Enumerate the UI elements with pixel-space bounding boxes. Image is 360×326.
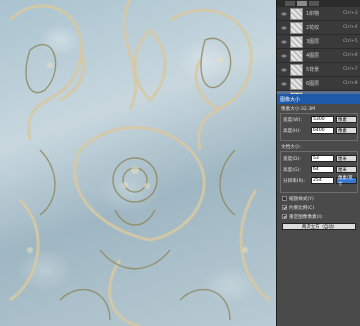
layer-row[interactable]: 6图层 Ctrl+8 xyxy=(277,77,360,91)
layer-name: 1织物 xyxy=(306,11,320,17)
layer-thumbnail xyxy=(290,35,303,48)
eye-icon[interactable] xyxy=(280,66,287,73)
pixel-size-label: 像素大小:32.3M xyxy=(281,107,316,112)
doc-height-input[interactable]: 64 xyxy=(311,166,334,173)
layer-shortcut: Ctrl+5 xyxy=(343,39,358,44)
resample-method-select[interactable]: 两次立方（自动） xyxy=(282,223,356,230)
height-label: 高度(H): xyxy=(283,129,301,134)
layer-thumbnail xyxy=(290,21,303,34)
constrain-label: 约束比例(C) xyxy=(289,206,315,211)
panel-tabs xyxy=(277,0,360,7)
layer-row[interactable]: 2花纹 Ctrl+4 xyxy=(277,21,360,35)
damask-pattern xyxy=(8,0,271,326)
width-unit-select[interactable]: 像素 xyxy=(336,116,357,123)
panel-tab[interactable] xyxy=(309,1,319,6)
layers-panel: 1织物 Ctrl+3 2花纹 Ctrl+4 3图层 Ctrl+5 4图层 Ctrl+6 5背景 C… xyxy=(276,0,360,105)
doc-height-label: 高度(G): xyxy=(283,168,301,173)
height-input[interactable]: 6400 xyxy=(311,127,334,134)
eye-icon[interactable] xyxy=(280,24,287,31)
width-input[interactable]: 5300 xyxy=(311,116,334,123)
doc-width-label: 宽度(D): xyxy=(283,157,301,162)
resample-label: 重定图像像素(I): xyxy=(289,215,324,220)
layer-thumbnail xyxy=(290,7,303,20)
layer-list: 1织物 Ctrl+3 2花纹 Ctrl+4 3图层 Ctrl+5 4图层 Ctrl+6 5背景 C… xyxy=(277,7,360,105)
layer-thumbnail xyxy=(290,49,303,62)
eye-icon[interactable] xyxy=(280,80,287,87)
resolution-label: 分辨率(R): xyxy=(283,179,306,184)
resample-checkbox[interactable] xyxy=(282,214,287,219)
layer-shortcut: Ctrl+8 xyxy=(343,81,358,86)
layer-row[interactable]: 5背景 Ctrl+7 xyxy=(277,63,360,77)
width-label: 宽度(W): xyxy=(283,118,302,123)
resolution-unit-select[interactable]: 像素/英寸 xyxy=(336,176,357,187)
layer-shortcut: Ctrl+4 xyxy=(343,25,358,30)
eye-icon[interactable] xyxy=(280,10,287,17)
doc-width-unit-select[interactable]: 厘米 xyxy=(336,155,357,162)
height-unit-select[interactable]: 像素 xyxy=(336,127,357,134)
layer-row[interactable]: 1织物 Ctrl+3 xyxy=(277,7,360,21)
layer-shortcut: Ctrl+7 xyxy=(343,67,358,72)
layer-thumbnail xyxy=(290,63,303,76)
image-size-dialog: 图像大小 像素大小:32.3M 宽度(W): 5300 像素 高度(H): 64… xyxy=(276,94,360,326)
scale-styles-label: 缩放样式(Y) xyxy=(289,197,314,202)
layer-name: 6图层 xyxy=(306,81,320,87)
eye-icon[interactable] xyxy=(280,38,287,45)
resolution-input[interactable]: 254 xyxy=(311,177,334,184)
layer-name: 3图层 xyxy=(306,39,320,45)
layer-shortcut: Ctrl+3 xyxy=(343,11,358,16)
panel-tab[interactable] xyxy=(285,1,295,6)
eye-icon[interactable] xyxy=(280,52,287,59)
doc-width-input[interactable]: 53 xyxy=(311,155,334,162)
layer-shortcut: Ctrl+6 xyxy=(343,53,358,58)
scale-styles-checkbox[interactable] xyxy=(282,196,287,201)
image-canvas[interactable] xyxy=(0,0,276,326)
layer-thumbnail xyxy=(290,77,303,90)
panel-tab-active[interactable] xyxy=(297,1,307,6)
layer-name: 5背景 xyxy=(306,67,320,73)
doc-size-label: 文档大小: xyxy=(281,145,301,150)
doc-height-unit-select[interactable]: 厘米 xyxy=(336,166,357,173)
layer-row[interactable]: 3图层 Ctrl+5 xyxy=(277,35,360,49)
layer-name: 2花纹 xyxy=(306,25,320,31)
layer-row[interactable]: 4图层 Ctrl+6 xyxy=(277,49,360,63)
constrain-checkbox[interactable] xyxy=(282,205,287,210)
layer-name: 4图层 xyxy=(306,53,320,59)
dialog-title: 图像大小 xyxy=(277,94,360,104)
